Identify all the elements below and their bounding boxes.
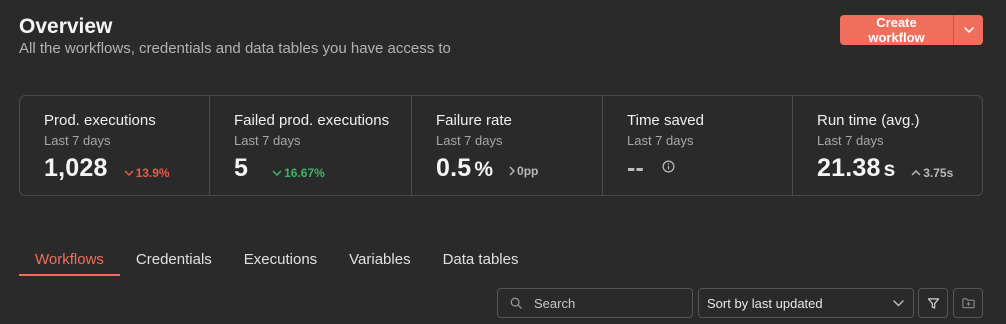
folder-plus-icon <box>961 298 975 309</box>
create-workflow-button[interactable]: Create workflow <box>840 15 953 45</box>
stat-period: Last 7 days <box>817 133 884 148</box>
stat-title: Time saved <box>627 112 704 129</box>
stat-prod-executions[interactable]: Prod. executions Last 7 days 1,028 13.9% <box>20 96 210 195</box>
add-folder-button[interactable] <box>953 288 983 318</box>
chevron-down-icon <box>963 27 974 33</box>
stat-value: 0.5 <box>436 154 472 182</box>
stat-run-time-avg[interactable]: Run time (avg.) Last 7 days 21.38 s 3.75… <box>793 96 982 195</box>
arrow-up-icon <box>911 170 921 176</box>
stat-failed-prod-executions[interactable]: Failed prod. executions Last 7 days 5 16… <box>210 96 412 195</box>
stat-value: 1,028 <box>44 154 108 182</box>
stat-delta-value: 0pp <box>517 164 539 178</box>
stat-period: Last 7 days <box>627 133 694 148</box>
stat-value: -- <box>627 154 645 182</box>
stat-title: Run time (avg.) <box>817 112 920 129</box>
stat-title: Failure rate <box>436 112 512 129</box>
chevron-down-icon <box>893 299 904 306</box>
sort-select-value: Sort by last updated <box>707 295 823 311</box>
arrow-down-icon <box>272 170 282 176</box>
stats-card: Prod. executions Last 7 days 1,028 13.9%… <box>19 95 983 196</box>
stat-value: 21.38 <box>817 154 881 182</box>
stat-time-saved[interactable]: Time saved Last 7 days -- <box>603 96 793 195</box>
stat-period: Last 7 days <box>436 133 503 148</box>
page-title: Overview <box>19 15 113 38</box>
tab-executions[interactable]: Executions <box>228 248 333 276</box>
stat-value: 5 <box>234 154 249 182</box>
search-input[interactable] <box>534 295 684 311</box>
filter-button[interactable] <box>918 288 948 318</box>
info-icon[interactable] <box>662 160 675 173</box>
stat-title: Prod. executions <box>44 112 156 129</box>
stat-period: Last 7 days <box>234 133 301 148</box>
stat-unit: s <box>883 158 896 181</box>
search-icon <box>510 297 522 309</box>
tab-variables[interactable]: Variables <box>333 248 426 276</box>
tab-credentials[interactable]: Credentials <box>120 248 228 276</box>
stat-failure-rate[interactable]: Failure rate Last 7 days 0.5 % 0pp <box>412 96 603 195</box>
stat-delta: 3.75s <box>911 166 953 180</box>
filter-icon <box>927 297 939 309</box>
stat-period: Last 7 days <box>44 133 111 148</box>
stat-delta-value: 3.75s <box>923 166 954 180</box>
arrow-down-icon <box>124 170 134 176</box>
tab-data-tables[interactable]: Data tables <box>427 248 535 276</box>
chevron-right-icon <box>509 166 516 176</box>
stat-delta-value: 13.9% <box>135 166 170 180</box>
stat-delta: 13.9% <box>124 166 170 180</box>
page-subtitle: All the workflows, credentials and data … <box>19 40 451 57</box>
create-options-button[interactable] <box>953 15 983 45</box>
stat-unit: % <box>474 158 494 181</box>
stat-delta: 16.67% <box>272 166 325 180</box>
create-workflow-group: Create workflow <box>840 15 983 45</box>
overview-page: Overview All the workflows, credentials … <box>0 0 1006 324</box>
stat-delta-value: 16.67% <box>284 166 325 180</box>
stat-delta: 0pp <box>509 164 538 178</box>
search-field[interactable] <box>497 288 693 318</box>
overview-tabs: Workflows Credentials Executions Variabl… <box>19 248 534 276</box>
stat-title: Failed prod. executions <box>234 112 390 129</box>
sort-select[interactable]: Sort by last updated <box>698 288 914 318</box>
tab-workflows[interactable]: Workflows <box>19 248 120 276</box>
